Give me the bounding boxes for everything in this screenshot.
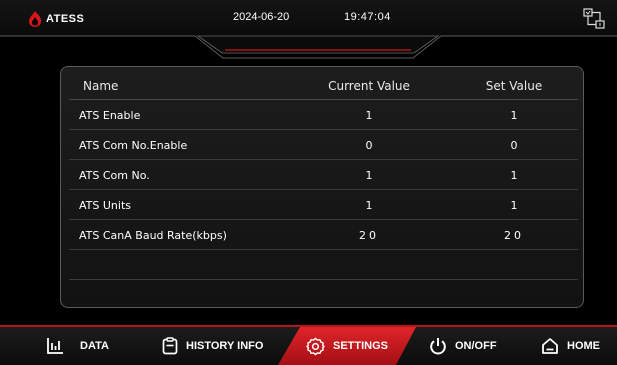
row-current-value: 20 xyxy=(359,229,379,242)
nav-history-label: HISTORY INFO xyxy=(186,340,264,352)
row-current-value: 0 xyxy=(365,139,373,152)
row-set-value[interactable]: 20 xyxy=(464,229,564,242)
table-row xyxy=(69,250,578,280)
table-row[interactable]: ATS Enable 1 1 xyxy=(69,100,578,130)
row-name: ATS Units xyxy=(79,199,131,212)
nav-on-off[interactable]: ON/OFF xyxy=(429,327,497,365)
bar-chart-icon xyxy=(47,338,63,354)
table-row[interactable]: ATS Units 1 1 xyxy=(69,190,578,220)
clipboard-icon xyxy=(162,337,178,355)
nav-settings-label: SETTINGS xyxy=(333,340,389,352)
nav-data[interactable]: DATA xyxy=(46,327,109,365)
row-set-value[interactable]: 1 xyxy=(464,199,564,212)
gear-icon xyxy=(306,337,325,355)
nav-on-off-label: ON/OFF xyxy=(455,340,497,352)
header-divider-shape xyxy=(0,35,617,59)
nav-home[interactable]: HOME xyxy=(541,327,600,365)
column-header-set-value: Set Value xyxy=(485,79,543,93)
table-header-row: Name Current Value Set Value xyxy=(69,70,578,100)
screen: ATESS 2024-06-20 19:47:04 Name Current V… xyxy=(0,0,617,365)
row-name: ATS CanA Baud Rate(kbps) xyxy=(79,229,227,242)
bottom-nav-bar: DATA HISTORY INFO SETTINGS ON/OFF HOME xyxy=(0,325,617,365)
table-row xyxy=(69,280,578,310)
home-icon xyxy=(542,338,558,354)
nav-data-label: DATA xyxy=(80,340,109,352)
row-set-value[interactable]: 1 xyxy=(464,109,564,122)
nav-settings[interactable]: SETTINGS xyxy=(306,327,388,365)
row-set-value[interactable]: 0 xyxy=(464,139,564,152)
settings-table: Name Current Value Set Value ATS Enable … xyxy=(60,66,584,308)
table-row[interactable]: ATS Com No.Enable 0 0 xyxy=(69,130,578,160)
row-set-value[interactable]: 1 xyxy=(464,169,564,182)
table-row[interactable]: ATS Com No. 1 1 xyxy=(69,160,578,190)
table-row[interactable]: ATS CanA Baud Rate(kbps) 20 20 xyxy=(69,220,578,250)
nav-home-label: HOME xyxy=(567,340,600,352)
nav-history-info[interactable]: HISTORY INFO xyxy=(162,327,263,365)
row-current-value: 1 xyxy=(365,109,373,122)
row-name: ATS Com No. xyxy=(79,169,150,182)
column-header-name: Name xyxy=(83,79,119,93)
row-current-value: 1 xyxy=(365,169,373,182)
row-name: ATS Com No.Enable xyxy=(79,139,188,152)
row-current-value: 1 xyxy=(365,199,373,212)
column-header-current-value: Current Value xyxy=(328,79,410,93)
row-name: ATS Enable xyxy=(79,109,141,122)
power-icon xyxy=(430,338,446,355)
